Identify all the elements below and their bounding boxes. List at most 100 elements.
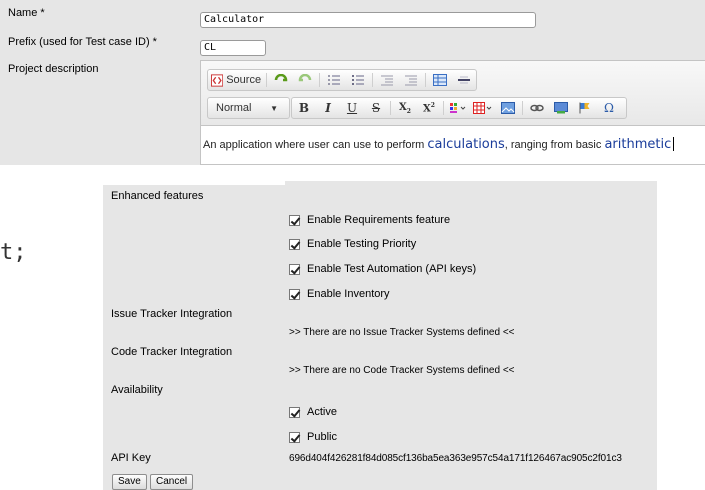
superscript-icon: X2 xyxy=(423,101,435,115)
api-key-value: 696d404f426281f84d085cf136ba5ea363e957c5… xyxy=(289,453,622,464)
priority-checkbox[interactable] xyxy=(289,238,300,250)
outdent-icon xyxy=(381,75,394,86)
bold-button[interactable]: B xyxy=(292,99,316,117)
text-color-icon xyxy=(450,103,466,113)
inventory-label: Enable Inventory xyxy=(307,288,390,300)
redo-icon xyxy=(298,74,312,82)
special-char-icon: Ω xyxy=(604,101,614,115)
source-label: Source xyxy=(226,74,262,86)
active-checkbox[interactable] xyxy=(289,406,300,418)
bulleted-list-button[interactable] xyxy=(346,71,370,89)
outdent-button[interactable] xyxy=(375,71,399,89)
toolbar-separator xyxy=(266,73,268,87)
unlink-icon xyxy=(554,102,568,114)
save-button[interactable]: Save xyxy=(112,474,147,490)
underline-icon: U xyxy=(346,101,358,115)
horizontal-rule-button[interactable] xyxy=(452,71,476,89)
name-input[interactable]: Calculator xyxy=(200,12,536,28)
public-label: Public xyxy=(307,431,337,443)
cancel-button[interactable]: Cancel xyxy=(150,474,194,490)
indent-icon xyxy=(405,75,418,86)
inventory-checkbox[interactable] xyxy=(289,288,300,300)
toolbar-separator xyxy=(372,73,374,87)
automation-label: Enable Test Automation (API keys) xyxy=(307,263,477,275)
editor-text-1: An application where user can use to per… xyxy=(203,139,428,151)
toolbar-separator xyxy=(522,101,523,115)
chevron-down-icon: ▼ xyxy=(270,103,278,113)
toolbar-separator xyxy=(425,73,426,87)
code-tracker-message: >> There are no Code Tracker Systems def… xyxy=(289,365,515,376)
link-button[interactable] xyxy=(525,99,549,117)
editor-content[interactable]: An application where user can use to per… xyxy=(203,137,675,152)
automation-checkbox[interactable] xyxy=(289,263,300,275)
source-button[interactable]: Source xyxy=(208,71,264,89)
toolbar-separator xyxy=(443,101,444,115)
text-color-button[interactable] xyxy=(446,99,470,117)
underline-button[interactable]: U xyxy=(340,99,364,117)
superscript-button[interactable]: X2 xyxy=(417,99,441,117)
priority-option[interactable]: Enable Testing Priority xyxy=(289,238,416,250)
availability-label: Availability xyxy=(111,384,163,396)
project-settings-panel: Enhanced features Enable Requirements fe… xyxy=(103,181,657,490)
editor-highlight-2: arithmetic xyxy=(604,137,672,152)
format-select[interactable]: Normal ▼ xyxy=(208,99,284,117)
unlink-button[interactable] xyxy=(549,99,573,117)
inventory-option[interactable]: Enable Inventory xyxy=(289,288,390,300)
editor-text-2: , ranging from basic xyxy=(504,139,605,151)
active-option[interactable]: Active xyxy=(289,406,337,418)
toolbar-separator xyxy=(390,101,391,115)
image-icon xyxy=(501,102,515,114)
public-checkbox[interactable] xyxy=(289,431,300,443)
enhanced-features-label: Enhanced features xyxy=(111,190,204,202)
link-icon xyxy=(530,104,544,112)
flag-button[interactable] xyxy=(573,99,597,117)
editor-toolbar: Source Normal ▼ B I U S X2 X2 Ω xyxy=(201,61,705,126)
code-tracker-label: Code Tracker Integration xyxy=(111,346,233,358)
name-label: Name * xyxy=(8,7,45,19)
description-editor: Source Normal ▼ B I U S X2 X2 Ω An appli… xyxy=(200,60,705,165)
undo-icon xyxy=(274,74,288,82)
subscript-button[interactable]: X2 xyxy=(393,99,417,117)
background-text-fragment: t; xyxy=(0,240,27,265)
subscript-icon: X2 xyxy=(399,101,411,115)
requirements-label: Enable Requirements feature xyxy=(307,214,451,226)
active-label: Active xyxy=(307,406,337,418)
strikethrough-button[interactable]: S xyxy=(364,99,388,117)
issue-tracker-label: Issue Tracker Integration xyxy=(111,308,233,320)
prefix-label: Prefix (used for Test case ID) * xyxy=(8,36,157,48)
undo-button[interactable] xyxy=(269,71,293,89)
background-color-button[interactable] xyxy=(470,99,496,117)
text-caret xyxy=(673,137,675,151)
automation-option[interactable]: Enable Test Automation (API keys) xyxy=(289,263,476,275)
image-button[interactable] xyxy=(496,99,520,117)
issue-tracker-message: >> There are no Issue Tracker Systems de… xyxy=(289,327,515,338)
priority-label: Enable Testing Priority xyxy=(307,238,417,250)
background-color-icon xyxy=(473,102,492,114)
public-option[interactable]: Public xyxy=(289,431,337,443)
special-char-button[interactable]: Ω xyxy=(597,99,621,117)
flag-icon xyxy=(579,102,590,114)
project-form-top: Name * Calculator Prefix (used for Test … xyxy=(0,0,705,165)
toolbar-separator xyxy=(319,73,321,87)
strikethrough-icon: S xyxy=(371,101,381,115)
italic-icon: I xyxy=(325,101,331,115)
editor-highlight-1: calculations xyxy=(427,137,505,152)
format-value: Normal xyxy=(216,102,252,114)
horizontal-rule-icon xyxy=(458,76,470,84)
numbered-list-button[interactable] xyxy=(322,71,346,89)
requirements-option[interactable]: Enable Requirements feature xyxy=(289,214,450,226)
bulleted-list-icon xyxy=(352,75,365,85)
italic-button[interactable]: I xyxy=(316,99,340,117)
table-button[interactable] xyxy=(428,71,452,89)
description-label: Project description xyxy=(8,63,99,75)
prefix-input[interactable]: CL xyxy=(200,40,266,56)
indent-button[interactable] xyxy=(399,71,423,89)
format-select-group: Normal ▼ xyxy=(207,97,290,119)
panel-gap xyxy=(103,181,285,185)
source-icon xyxy=(211,73,224,87)
redo-button[interactable] xyxy=(293,71,317,89)
toolbar-row-2: B I U S X2 X2 Ω xyxy=(291,97,627,119)
bold-icon: B xyxy=(298,101,310,115)
requirements-checkbox[interactable] xyxy=(289,214,300,226)
toolbar-row-1: Source xyxy=(207,69,477,91)
